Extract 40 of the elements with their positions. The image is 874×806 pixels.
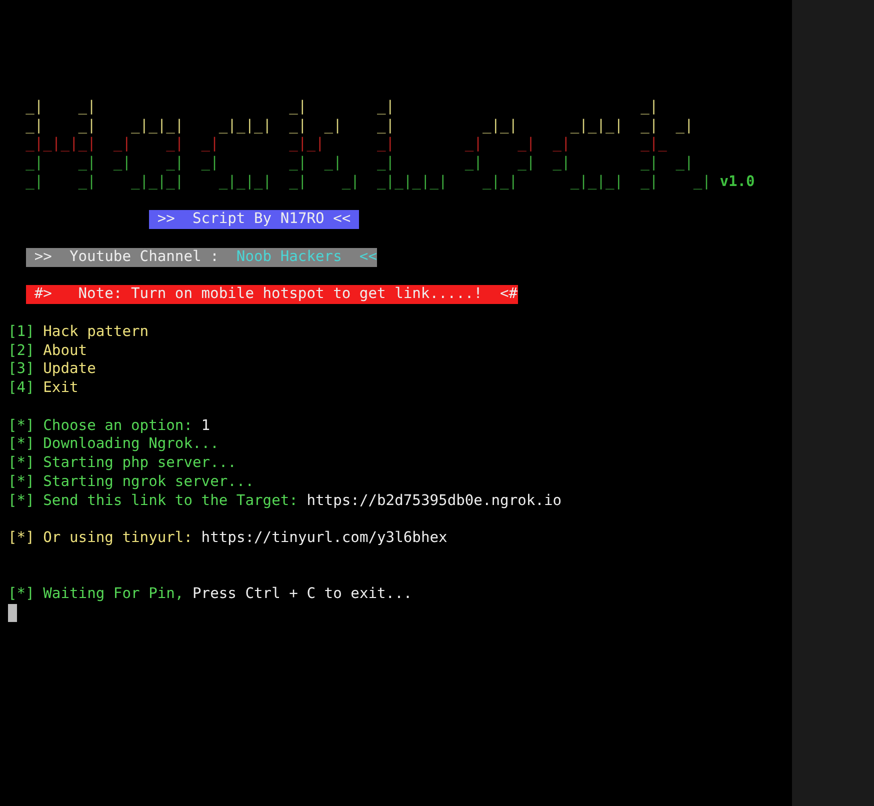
channel-label: >> Youtube Channel : <box>34 248 219 266</box>
prompt-marker: [*] <box>8 585 34 604</box>
banner-opener: #> <box>34 285 52 304</box>
note-text: Note: Turn on mobile hotspot to get link.....! <box>78 285 482 304</box>
credit-banner: >> Script By N17RO << <box>148 210 360 229</box>
menu-option: Exit <box>43 379 78 398</box>
prompt-marker: [1] <box>8 322 34 342</box>
ascii-art-line: _| _| _|_|_| _|_|_| _| _| _|_|_|_| _|_| _|_|_| _| _| <box>24 172 711 192</box>
prompt-marker: [*] <box>8 492 34 510</box>
banner-closer: << <box>359 248 377 266</box>
prompt-marker: [*] <box>8 529 34 548</box>
log-value: 1 <box>201 416 210 436</box>
ascii-art-line: _|_|_|_| _| _| _| _|_| _| _| _| _| _|_ <box>24 135 667 154</box>
log-message: Starting ngrok server... <box>43 472 254 492</box>
log-message: Send this link to the Target: <box>43 492 298 510</box>
prompt-marker: [2] <box>8 342 34 360</box>
log-value: https://b2d75395db0e.ngrok.io <box>306 492 562 510</box>
ascii-art-line: _| _| _| _| _| <box>24 98 658 116</box>
ascii-art-line: _| _| _| _| _| _| _| _| _| _| _| _| _| <box>24 154 694 173</box>
log-message: Choose an option: <box>43 416 193 436</box>
log-message: Waiting For Pin, <box>43 585 184 604</box>
ascii-art-line: _| _| _|_|_| _|_|_| _| _| _| _|_| _|_|_| _| _| <box>24 116 694 136</box>
prompt-marker: [*] <box>8 454 34 473</box>
menu-option: Hack pattern <box>43 322 149 342</box>
text-cursor <box>8 604 17 622</box>
log-message: Downloading Ngrok... <box>43 435 219 454</box>
menu-option: About <box>43 342 88 360</box>
prompt-marker: [3] <box>8 360 34 379</box>
log-value: https://tinyurl.com/y3l6bhex <box>201 529 448 548</box>
prompt-marker: [*] <box>8 472 34 492</box>
channel-name: Noob Hackers <box>236 248 342 266</box>
log-message: Or using tinyurl: <box>43 529 193 548</box>
log-message: Starting php server... <box>43 454 236 473</box>
banner-closer: <# <box>500 285 518 304</box>
version-label: v1.0 <box>720 172 755 192</box>
prompt-marker: [*] <box>8 416 34 436</box>
log-value: Press Ctrl + C to exit... <box>192 585 412 604</box>
prompt-marker: [4] <box>8 379 34 398</box>
menu-option: Update <box>43 360 96 379</box>
prompt-marker: [*] <box>8 435 34 454</box>
